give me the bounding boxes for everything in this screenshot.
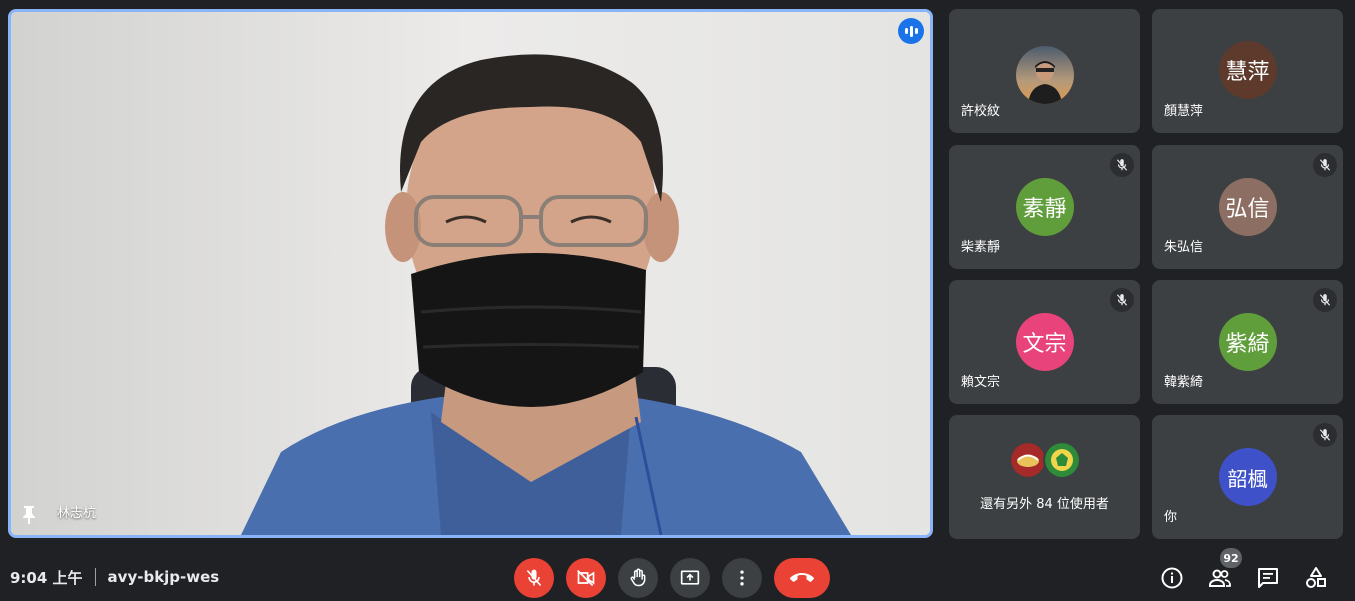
mic-toggle-button[interactable] [514,558,554,598]
main-speaker-tile[interactable]: 林志杭 [8,9,933,538]
videocam-off-icon [577,569,595,587]
speaking-indicator-icon [898,18,924,44]
logo-avatar [1042,441,1081,479]
avatar: 文宗 [1015,313,1074,371]
more-vert-icon [740,570,744,586]
participant-name: 柴素靜 [961,240,1001,255]
people-button[interactable] [1208,566,1232,590]
self-tile[interactable]: 韶楓 你 [1152,415,1343,539]
participant-tile[interactable]: 慧萍 顏慧萍 [1152,9,1343,133]
activities-button[interactable] [1304,566,1328,590]
camera-toggle-button[interactable] [566,558,606,598]
more-options-button[interactable] [722,558,762,598]
participant-name: 賴文宗 [961,375,1001,390]
participant-tile[interactable]: 素靜 柴素靜 [949,145,1140,269]
chat-icon [1258,568,1278,588]
participant-tile[interactable]: 紫綺 韓紫綺 [1152,280,1343,404]
chat-button[interactable] [1256,566,1280,590]
divider [94,568,96,586]
participant-count-badge: 92 [1220,548,1242,568]
raise-hand-icon [630,568,646,587]
call-end-icon [790,573,814,582]
main-speaker-name: 林志杭 [57,506,97,521]
participant-tile[interactable]: 許校紋 [949,9,1140,133]
mic-off-icon [1110,288,1134,312]
clock-time: 9:04 上午 [10,568,83,587]
meeting-code: avy-bkjp-wes [107,568,220,586]
mic-off-icon [1313,423,1337,447]
avatar [1015,45,1074,104]
pin-icon[interactable] [21,505,37,525]
avatar: 素靜 [1015,178,1074,236]
logo-avatar [1008,441,1047,479]
present-screen-button[interactable] [670,558,710,598]
others-avatars [1008,441,1081,479]
others-tile[interactable]: 還有另外 84 位使用者 [949,415,1140,539]
others-count-label: 還有另外 84 位使用者 [980,497,1109,512]
leave-call-button[interactable] [774,558,830,598]
avatar: 弘信 [1218,178,1277,236]
mic-off-icon [526,569,542,587]
participant-name: 韓紫綺 [1164,375,1204,390]
avatar: 韶楓 [1218,448,1277,506]
participant-name: 許校紋 [961,104,1001,119]
meeting-details-button[interactable] [1160,566,1184,590]
meeting-details: 9:04 上午 avy-bkjp-wes [10,566,219,588]
participant-name: 顏慧萍 [1164,104,1204,119]
raise-hand-button[interactable] [618,558,658,598]
mic-off-icon [1313,288,1337,312]
participant-tile[interactable]: 文宗 賴文宗 [949,280,1140,404]
mic-off-icon [1313,153,1337,177]
present-screen-icon [680,570,700,585]
info-icon [1161,567,1183,589]
mic-off-icon [1110,153,1134,177]
speaker-video [11,12,930,535]
participant-name: 朱弘信 [1164,240,1204,255]
participant-tile[interactable]: 弘信 朱弘信 [1152,145,1343,269]
people-icon [1209,569,1231,587]
avatar: 慧萍 [1218,40,1277,99]
avatar: 紫綺 [1218,313,1277,371]
participant-name: 你 [1164,510,1178,525]
activities-icon [1306,567,1326,588]
